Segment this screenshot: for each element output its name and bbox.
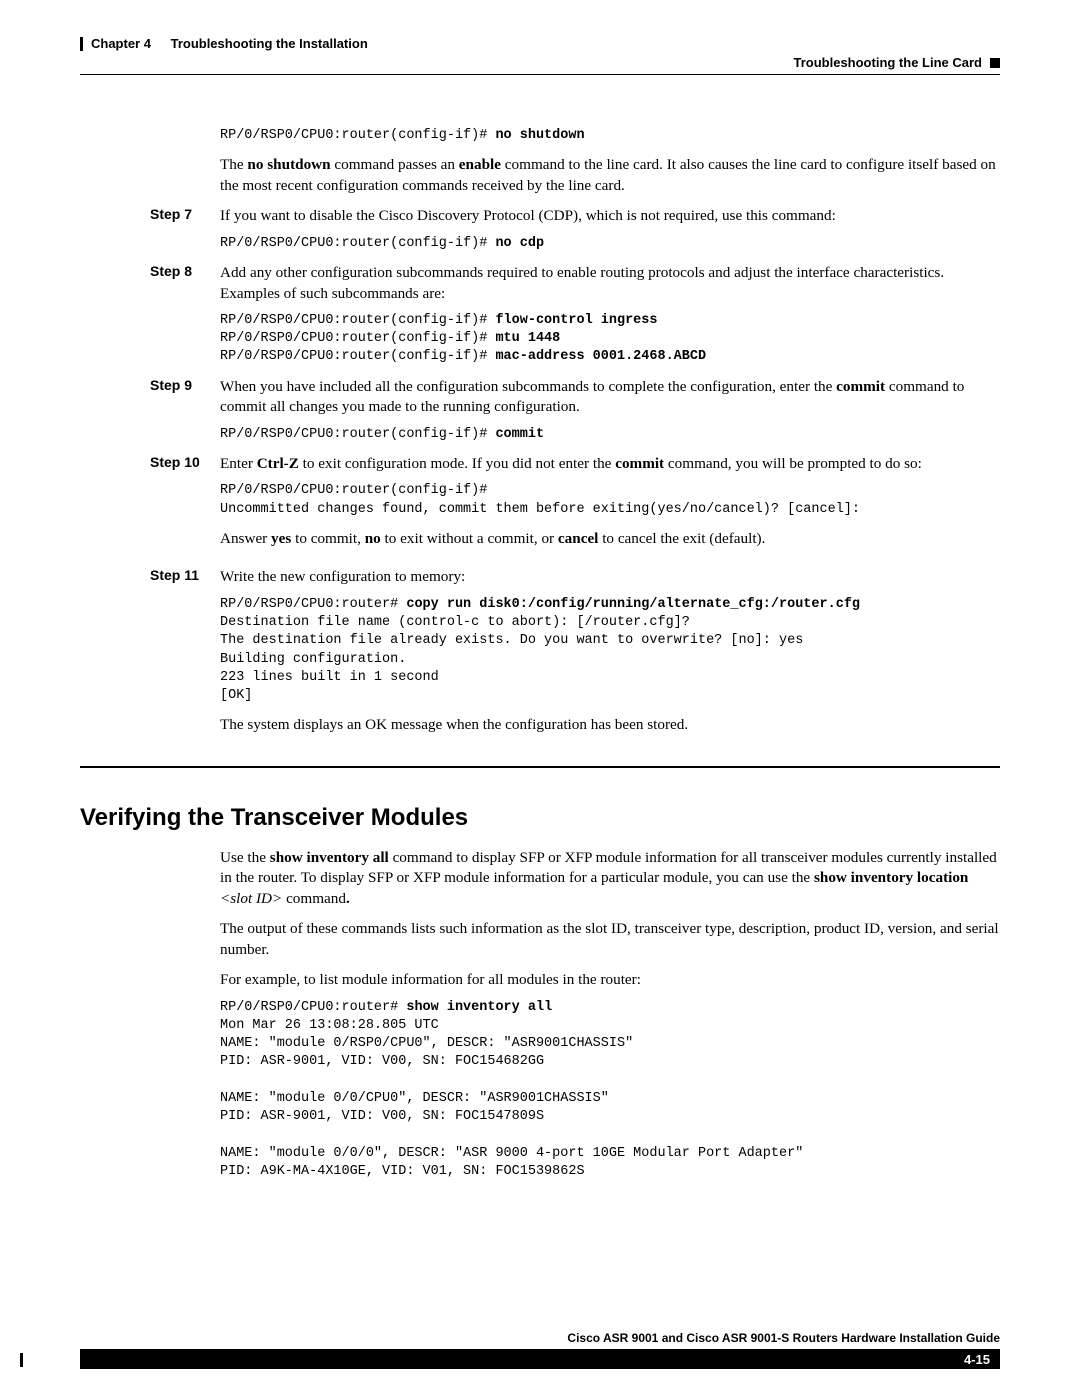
section-rule [80, 766, 1000, 768]
step-label: Step 11 [80, 567, 220, 743]
section-p1: Use the show inventory all command to di… [220, 848, 1000, 910]
footer-tick-icon [20, 1353, 23, 1367]
header-rule [80, 74, 1000, 75]
step7-text: If you want to disable the Cisco Discove… [220, 206, 1000, 227]
step8-text: Add any other configuration subcommands … [220, 263, 1000, 304]
step-9: Step 9 When you have included all the co… [80, 377, 1000, 444]
section-p3: For example, to list module information … [220, 970, 1000, 991]
page-footer: Cisco ASR 9001 and Cisco ASR 9001-S Rout… [80, 1331, 1000, 1369]
step11-text: Write the new configuration to memory: [220, 567, 1000, 588]
code-ctrlz: RP/0/RSP0/CPU0:router(config-if)# Uncomm… [220, 482, 1000, 518]
step11-after: The system displays an OK message when t… [220, 715, 1000, 736]
para-no-shutdown: The no shutdown command passes an enable… [220, 155, 1000, 196]
chapter-number: Chapter 4 [91, 36, 151, 51]
step9-text: When you have included all the configura… [220, 377, 1000, 418]
breadcrumb-text: Troubleshooting the Line Card [794, 55, 983, 70]
page-number: 4-15 [964, 1352, 990, 1367]
step-10: Step 10 Enter Ctrl-Z to exit configurati… [80, 454, 1000, 557]
code-copyrun: RP/0/RSP0/CPU0:router# copy run disk0:/c… [220, 596, 1000, 705]
footer-bar: 4-15 [80, 1349, 1000, 1369]
code-commit: RP/0/RSP0/CPU0:router(config-if)# commit [220, 426, 1000, 444]
step-7: Step 7 If you want to disable the Cisco … [80, 206, 1000, 253]
square-icon [990, 58, 1000, 68]
step-label: Step 9 [80, 377, 220, 444]
step10-answer: Answer yes to commit, no to exit without… [220, 529, 1000, 550]
footer-title: Cisco ASR 9001 and Cisco ASR 9001-S Rout… [80, 1331, 1000, 1345]
code-no-cdp: RP/0/RSP0/CPU0:router(config-if)# no cdp [220, 235, 1000, 253]
section-title: Verifying the Transceiver Modules [80, 804, 1000, 832]
step10-text: Enter Ctrl-Z to exit configuration mode.… [220, 454, 1000, 475]
code-step8: RP/0/RSP0/CPU0:router(config-if)# flow-c… [220, 312, 1000, 367]
step-label: Step 8 [80, 263, 220, 367]
code-show-inventory: RP/0/RSP0/CPU0:router# show inventory al… [220, 999, 1000, 1181]
section-p2: The output of these commands lists such … [220, 919, 1000, 960]
chapter-title: Troubleshooting the Installation [171, 36, 368, 51]
step-label: Step 7 [80, 206, 220, 253]
step-8: Step 8 Add any other configuration subco… [80, 263, 1000, 367]
step-label: Step 10 [80, 454, 220, 557]
breadcrumb: Troubleshooting the Line Card [80, 55, 1000, 70]
code-no-shutdown: RP/0/RSP0/CPU0:router(config-if)# no shu… [220, 127, 1000, 145]
header-bar-icon [80, 37, 83, 51]
step-11: Step 11 Write the new configuration to m… [80, 567, 1000, 743]
chapter-header: Chapter 4 Troubleshooting the Installati… [80, 36, 1000, 51]
